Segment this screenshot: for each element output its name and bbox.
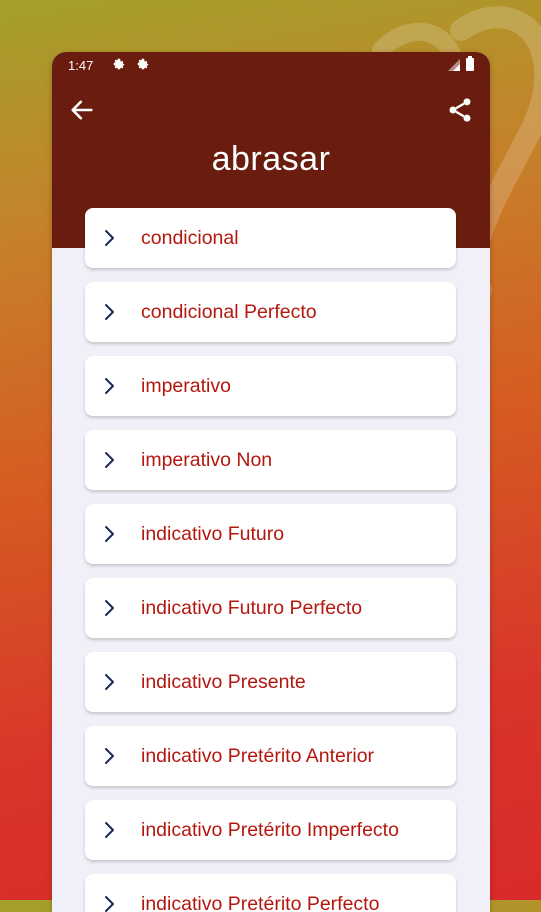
list-item-imperativo[interactable]: imperativo [85, 356, 456, 416]
chevron-right-icon [105, 526, 114, 542]
share-icon[interactable] [446, 96, 474, 124]
list-item-label: imperativo [141, 375, 231, 397]
chevron-right-icon [105, 748, 114, 764]
list-item-condicional[interactable]: condicional [85, 208, 456, 268]
list-item-label: indicativo Presente [141, 671, 306, 693]
list-item-label: indicativo Futuro Perfecto [141, 597, 363, 619]
chevron-right-icon [105, 674, 114, 690]
signal-icon [448, 59, 460, 71]
tense-list: condicional condicional Perfecto imperat… [85, 208, 456, 912]
chevron-right-icon [105, 304, 114, 320]
list-item-label: imperativo Non [141, 449, 273, 471]
list-item-label: condicional [141, 227, 239, 249]
status-time: 1:47 [68, 58, 94, 73]
list-item-indicativo-preterito-perfecto[interactable]: indicativo Pretérito Perfecto [85, 874, 456, 912]
battery-icon [466, 56, 474, 71]
list-item-indicativo-preterito-anterior[interactable]: indicativo Pretérito Anterior [85, 726, 456, 786]
chevron-right-icon [105, 452, 114, 468]
list-item-label: indicativo Pretérito Anterior [141, 745, 375, 767]
list-item-condicional-perfecto[interactable]: condicional Perfecto [85, 282, 456, 342]
list-item-indicativo-preterito-imperfecto[interactable]: indicativo Pretérito Imperfecto [85, 800, 456, 860]
list-item-indicativo-futuro-perfecto[interactable]: indicativo Futuro Perfecto [85, 578, 456, 638]
list-item-label: condicional Perfecto [141, 301, 317, 323]
list-item-indicativo-presente[interactable]: indicativo Presente [85, 652, 456, 712]
status-bar: 1:47 [52, 52, 490, 80]
gear-icon [113, 58, 125, 70]
chevron-right-icon [105, 896, 114, 912]
list-item-label: indicativo Pretérito Imperfecto [141, 819, 399, 841]
app-screen: 1:47 abrasar condicional condicional Per… [52, 52, 490, 912]
list-item-label: indicativo Pretérito Perfecto [141, 893, 380, 912]
chevron-right-icon [105, 600, 114, 616]
back-arrow-icon[interactable] [68, 96, 96, 124]
page-title: abrasar [211, 140, 331, 178]
gear-icon [137, 58, 149, 70]
list-item-indicativo-futuro[interactable]: indicativo Futuro [85, 504, 456, 564]
list-item-imperativo-non[interactable]: imperativo Non [85, 430, 456, 490]
chevron-right-icon [105, 822, 114, 838]
chevron-right-icon [105, 378, 114, 394]
list-item-label: indicativo Futuro [141, 523, 285, 545]
chevron-right-icon [105, 230, 114, 246]
